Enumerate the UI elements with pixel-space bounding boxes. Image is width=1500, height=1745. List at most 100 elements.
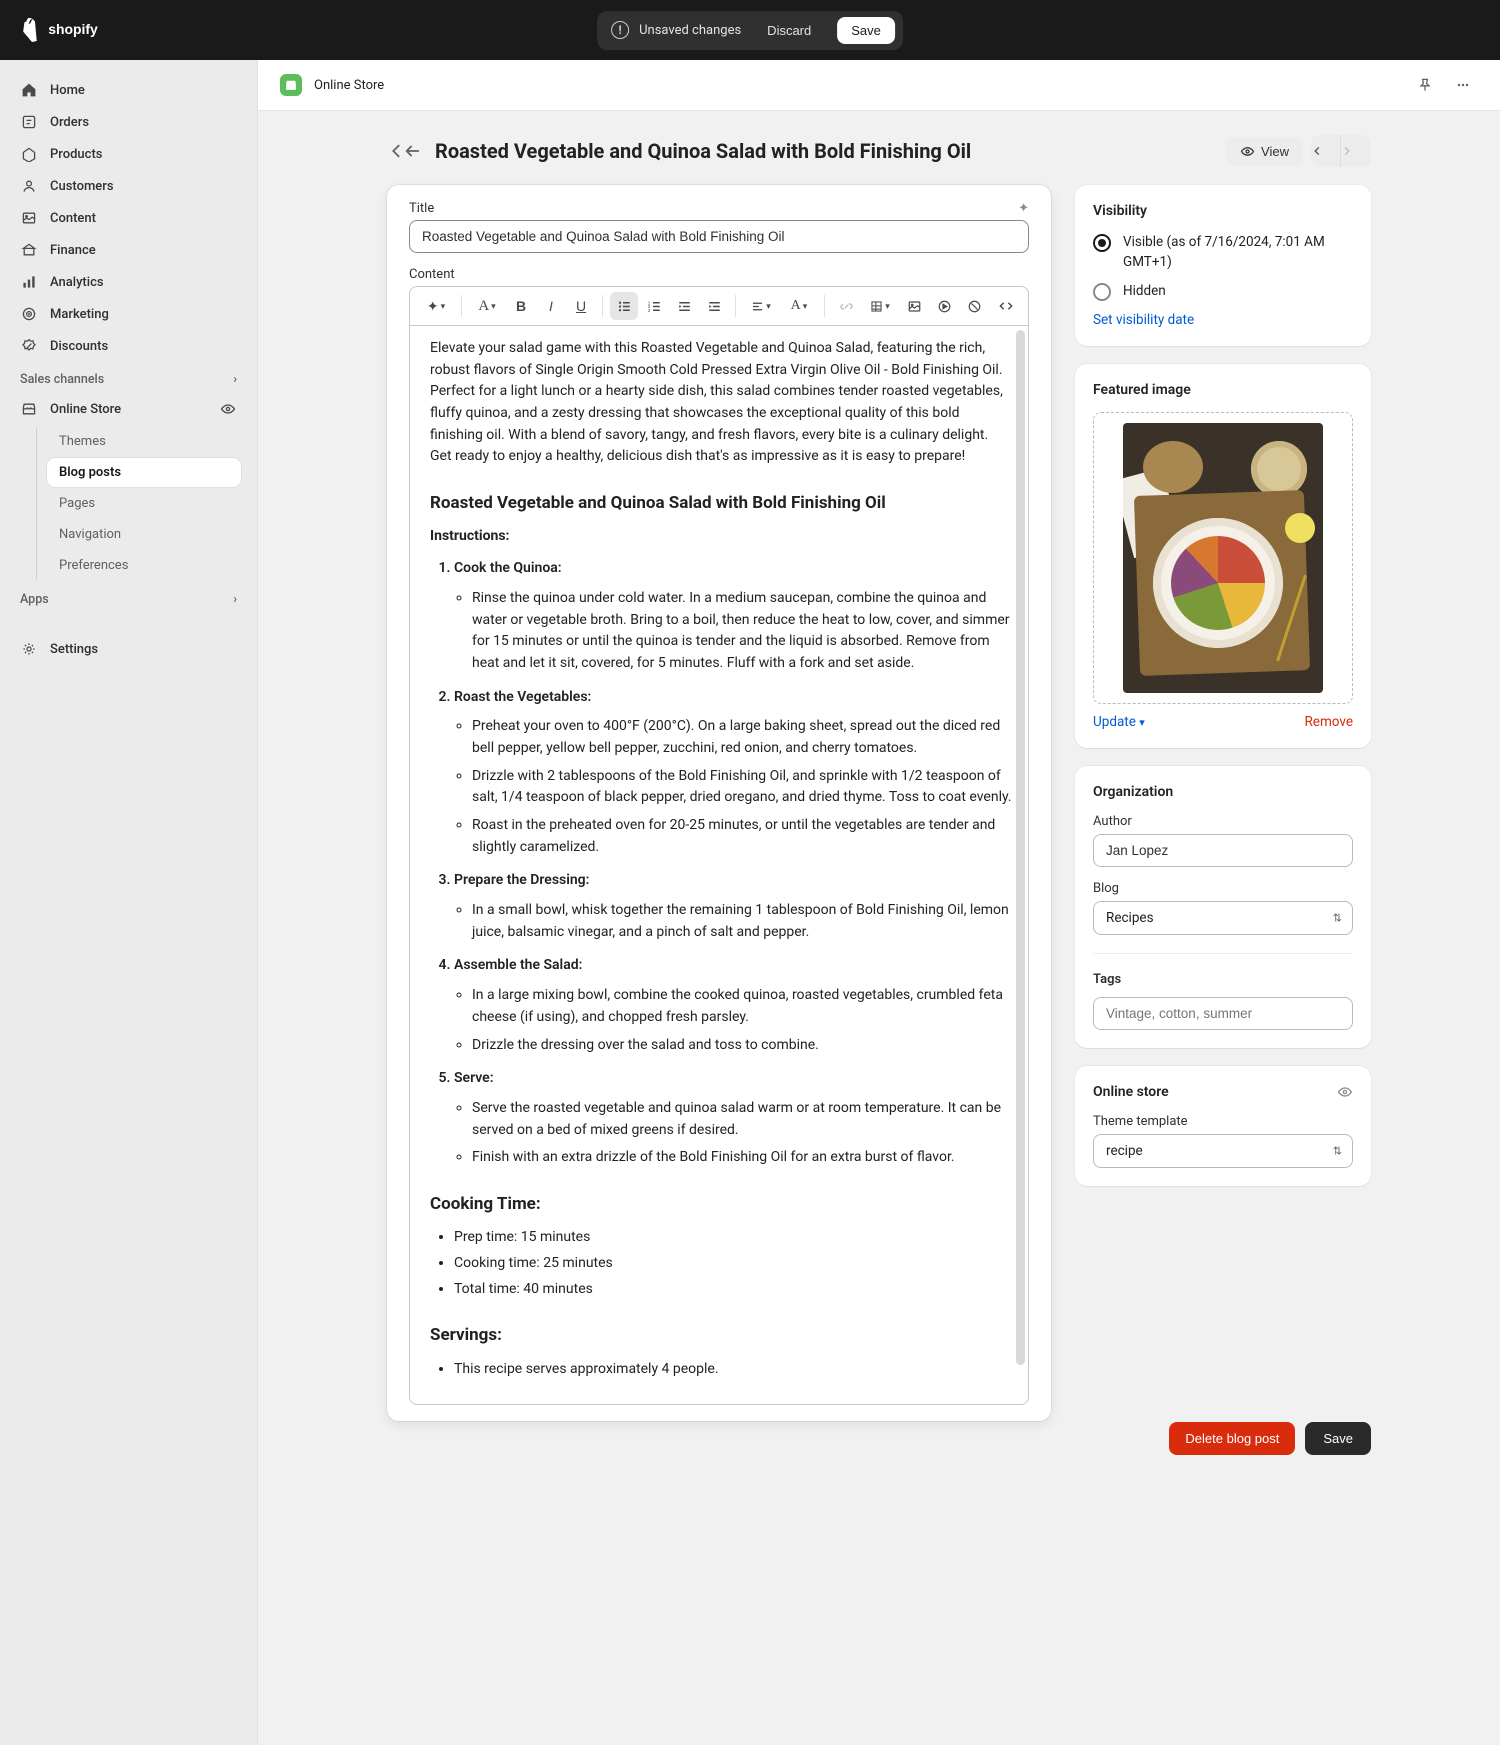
tb-italic[interactable]: I bbox=[537, 292, 565, 320]
sub-pages[interactable]: Pages bbox=[47, 489, 241, 518]
template-select[interactable]: recipe ⇅ bbox=[1093, 1134, 1353, 1168]
nav-label: Online Store bbox=[50, 402, 121, 417]
tb-bullet-list[interactable] bbox=[610, 292, 638, 320]
tb-video[interactable] bbox=[930, 292, 958, 320]
rte-body[interactable]: Elevate your salad game with this Roaste… bbox=[409, 325, 1029, 1405]
blog-select[interactable]: Recipes⇅ bbox=[1093, 901, 1353, 935]
set-visibility-date[interactable]: Set visibility date bbox=[1093, 312, 1353, 328]
nav-products[interactable]: Products bbox=[10, 138, 247, 170]
nav-analytics[interactable]: Analytics bbox=[10, 266, 247, 298]
tb-outdent[interactable] bbox=[670, 292, 698, 320]
nav-home[interactable]: Home bbox=[10, 74, 247, 106]
topbar: shopify ! Unsaved changes Discard Save bbox=[0, 0, 1500, 60]
select-caret-icon: ⇅ bbox=[1333, 911, 1342, 924]
online-store-title: Online store bbox=[1093, 1084, 1169, 1100]
sales-channels-header[interactable]: Sales channels › bbox=[10, 362, 247, 393]
more-button[interactable] bbox=[1448, 70, 1478, 100]
blog-label: Blog bbox=[1093, 881, 1353, 896]
tb-color[interactable]: A▾ bbox=[781, 292, 817, 320]
remove-image[interactable]: Remove bbox=[1304, 714, 1353, 730]
nav-customers[interactable]: Customers bbox=[10, 170, 247, 202]
nav-orders[interactable]: Orders bbox=[10, 106, 247, 138]
section-label: Sales channels bbox=[20, 372, 104, 387]
title-field-label: Title bbox=[409, 201, 434, 216]
select-caret-icon: ⇅ bbox=[1333, 1144, 1342, 1157]
unsaved-changes-bar: ! Unsaved changes Discard Save bbox=[597, 11, 903, 50]
sub-blog-posts[interactable]: Blog posts bbox=[47, 458, 241, 487]
tb-table[interactable]: ▾ bbox=[862, 292, 898, 320]
view-button[interactable]: View bbox=[1226, 137, 1303, 166]
section-label: Apps bbox=[20, 592, 49, 607]
scrollbar[interactable] bbox=[1016, 330, 1025, 1365]
author-input[interactable] bbox=[1093, 834, 1353, 867]
finance-icon bbox=[20, 241, 38, 259]
title-row: Roasted Vegetable and Quinoa Salad with … bbox=[387, 135, 1371, 167]
unsaved-message: Unsaved changes bbox=[639, 23, 741, 38]
nav-label: Products bbox=[50, 147, 102, 162]
eye-icon[interactable] bbox=[1337, 1084, 1353, 1100]
sub-themes[interactable]: Themes bbox=[47, 427, 241, 456]
tags-input[interactable] bbox=[1093, 997, 1353, 1030]
nav-marketing[interactable]: Marketing bbox=[10, 298, 247, 330]
nav-settings[interactable]: Settings bbox=[10, 633, 247, 665]
record-nav bbox=[1311, 135, 1371, 167]
delete-blog-post[interactable]: Delete blog post bbox=[1169, 1422, 1295, 1455]
discard-button[interactable]: Discard bbox=[755, 17, 823, 44]
nav-discounts[interactable]: Discounts bbox=[10, 330, 247, 362]
apps-header[interactable]: Apps › bbox=[10, 582, 247, 613]
tb-image[interactable] bbox=[900, 292, 928, 320]
tb-link[interactable] bbox=[832, 292, 860, 320]
steps-list: Cook the Quinoa:Rinse the quinoa under c… bbox=[454, 558, 1012, 1169]
organization-card: Organization Author Blog Recipes⇅ T bbox=[1075, 766, 1371, 1048]
sub-navigation[interactable]: Navigation bbox=[47, 520, 241, 549]
orders-icon bbox=[20, 113, 38, 131]
store-icon bbox=[20, 400, 38, 418]
nav-content[interactable]: Content bbox=[10, 202, 247, 234]
select-value: recipe bbox=[1106, 1143, 1143, 1159]
content-field-label: Content bbox=[409, 267, 1029, 282]
nav-label: Content bbox=[50, 211, 96, 226]
title-input[interactable] bbox=[409, 220, 1029, 253]
nav-online-store[interactable]: Online Store bbox=[10, 393, 247, 425]
tb-bold[interactable]: B bbox=[507, 292, 535, 320]
nav-finance[interactable]: Finance bbox=[10, 234, 247, 266]
update-image[interactable]: Update ▾ bbox=[1093, 714, 1145, 730]
page-title: Roasted Vegetable and Quinoa Salad with … bbox=[435, 139, 971, 163]
servings-list: This recipe serves approximately 4 peopl… bbox=[454, 1359, 1012, 1381]
radio-unchecked-icon bbox=[1093, 283, 1111, 301]
tb-indent[interactable] bbox=[700, 292, 728, 320]
visibility-visible[interactable]: Visible (as of 7/16/2024, 7:01 AM GMT+1) bbox=[1093, 233, 1353, 272]
tb-code-view[interactable] bbox=[992, 292, 1020, 320]
radio-label: Visible (as of 7/16/2024, 7:01 AM GMT+1) bbox=[1123, 233, 1353, 272]
tb-paragraph[interactable]: A▾ bbox=[469, 292, 505, 320]
organization-title: Organization bbox=[1093, 784, 1353, 800]
next-record bbox=[1341, 135, 1371, 167]
visibility-hidden[interactable]: Hidden bbox=[1093, 282, 1353, 302]
prev-record[interactable] bbox=[1311, 135, 1341, 167]
nav-label: Settings bbox=[50, 642, 98, 657]
footer-actions: Delete blog post Save bbox=[1075, 1422, 1371, 1455]
shopify-logo: shopify bbox=[20, 18, 116, 42]
tb-magic[interactable]: ✦▾ bbox=[418, 292, 454, 320]
save-button-top[interactable]: Save bbox=[837, 17, 895, 44]
nav-label: Finance bbox=[50, 243, 96, 258]
save-button-bottom[interactable]: Save bbox=[1305, 1422, 1371, 1455]
products-icon bbox=[20, 145, 38, 163]
back-button[interactable] bbox=[403, 142, 421, 160]
ai-sparkle-icon[interactable]: ✦ bbox=[1018, 201, 1029, 216]
nav-label: Marketing bbox=[50, 307, 109, 322]
main: Online Store Roasted Vegetable and Quino… bbox=[258, 60, 1500, 1745]
chevron-right-icon: › bbox=[233, 592, 237, 607]
tb-underline[interactable]: U bbox=[567, 292, 595, 320]
pin-button[interactable] bbox=[1410, 70, 1440, 100]
tb-numbered-list[interactable]: 123 bbox=[640, 292, 668, 320]
eye-icon[interactable] bbox=[219, 400, 237, 418]
sub-preferences[interactable]: Preferences bbox=[47, 551, 241, 580]
featured-title: Featured image bbox=[1093, 382, 1353, 398]
intro-paragraph: Elevate your salad game with this Roaste… bbox=[430, 338, 1012, 468]
radio-label: Hidden bbox=[1123, 282, 1166, 302]
featured-image-wrap[interactable] bbox=[1093, 412, 1353, 704]
tb-align[interactable]: ▾ bbox=[743, 292, 779, 320]
marketing-icon bbox=[20, 305, 38, 323]
tb-clear[interactable] bbox=[960, 292, 988, 320]
